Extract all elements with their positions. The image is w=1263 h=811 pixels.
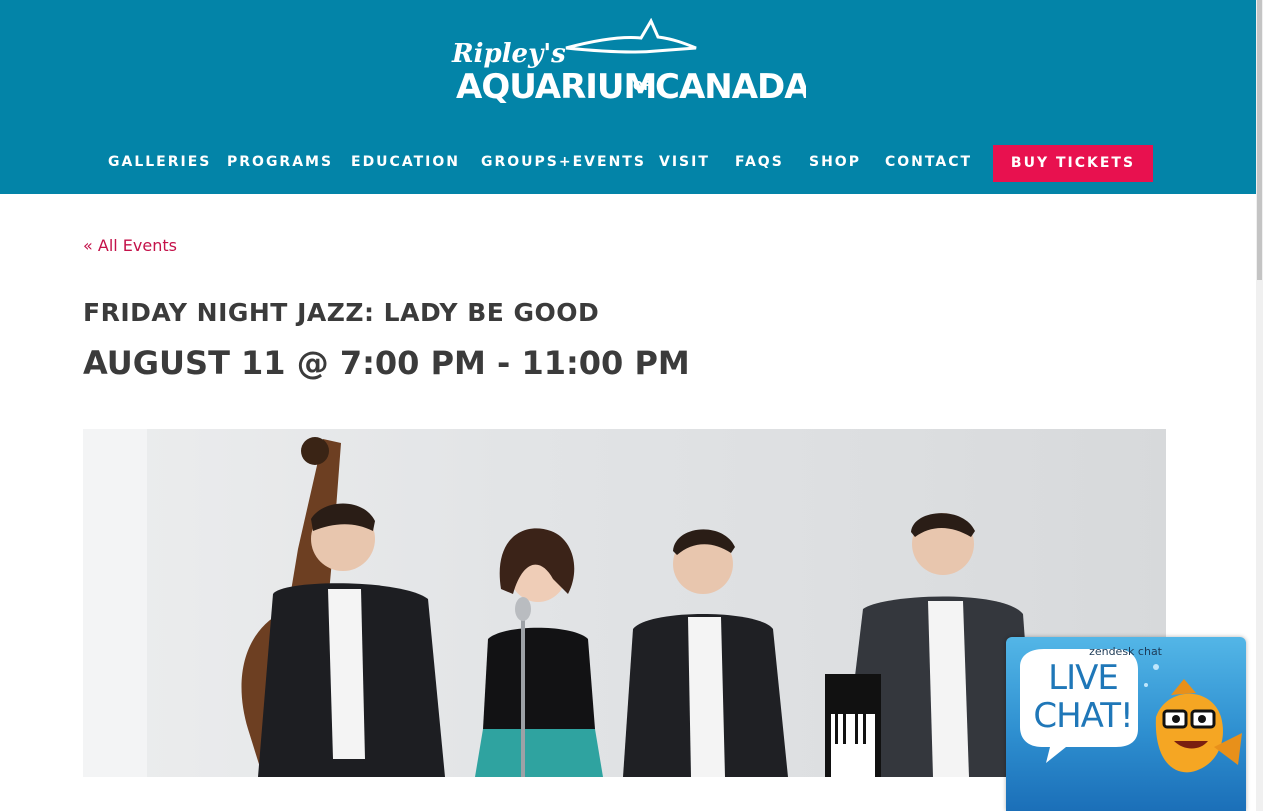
zendesk-chat-brand: zendesk chat (1089, 645, 1162, 658)
buy-tickets-button[interactable]: BUY TICKETS (993, 145, 1153, 182)
live-chat-line1: LIVE (1048, 658, 1119, 698)
nav-item-contact[interactable]: CONTACT (885, 144, 972, 182)
logo-line1: Ripley's (451, 39, 566, 69)
all-events-link[interactable]: « All Events (83, 236, 177, 255)
nav-item-groups-events[interactable]: GROUPS+EVENTS (481, 144, 646, 182)
ripleys-aquarium-logo[interactable]: Ripley's AQUARIUM OF CANADA (446, 18, 806, 106)
nav-item-galleries[interactable]: GALLERIES (108, 144, 211, 182)
event-datetime: AUGUST 11 @ 7:00 PM - 11:00 PM (83, 344, 690, 382)
page-scrollbar[interactable] (1256, 0, 1263, 811)
event-photo (83, 429, 1166, 777)
nav-item-education[interactable]: EDUCATION (351, 144, 460, 182)
scrollbar-thumb[interactable] (1257, 0, 1262, 280)
live-chat-text: LIVE CHAT! (1024, 659, 1142, 735)
nav-item-visit[interactable]: VISIT (659, 144, 710, 182)
live-chat-widget[interactable]: zendesk chat LIVE CHAT! (1006, 637, 1246, 811)
logo-of: OF (633, 79, 651, 93)
nav-item-programs[interactable]: PROGRAMS (227, 144, 333, 182)
nav-item-faqs[interactable]: FAQS (735, 144, 784, 182)
event-title: FRIDAY NIGHT JAZZ: LADY BE GOOD (83, 298, 600, 327)
live-chat-line2: CHAT! (1033, 696, 1133, 736)
logo-line2a: AQUARIUM (456, 67, 656, 106)
nav-item-shop[interactable]: SHOP (809, 144, 861, 182)
logo-line2b: CANADA (655, 67, 806, 106)
